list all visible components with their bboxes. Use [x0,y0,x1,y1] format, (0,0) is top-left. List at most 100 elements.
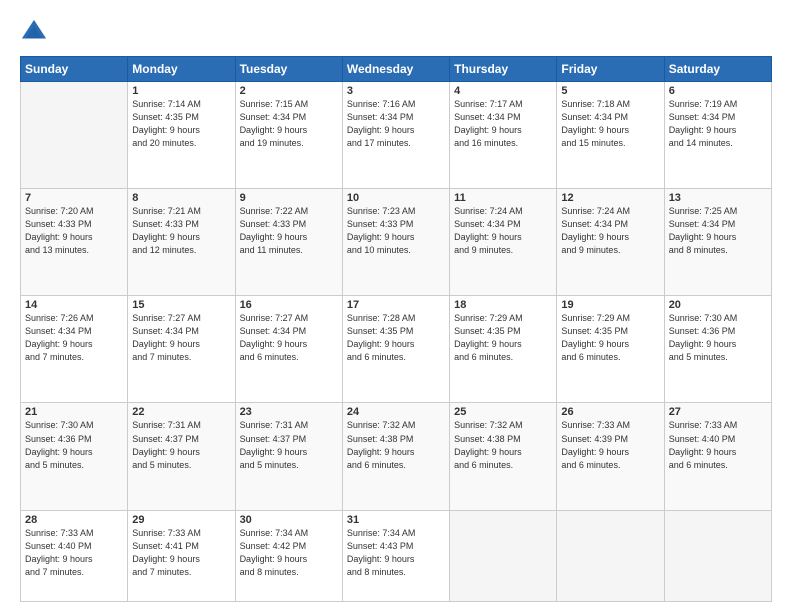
calendar-cell: 25Sunrise: 7:32 AM Sunset: 4:38 PM Dayli… [450,403,557,510]
calendar-cell: 29Sunrise: 7:33 AM Sunset: 4:41 PM Dayli… [128,510,235,601]
day-number: 27 [669,406,767,418]
day-number: 30 [240,514,338,526]
calendar-cell: 7Sunrise: 7:20 AM Sunset: 4:33 PM Daylig… [21,189,128,296]
calendar-cell: 12Sunrise: 7:24 AM Sunset: 4:34 PM Dayli… [557,189,664,296]
day-number: 26 [561,406,659,418]
day-info: Sunrise: 7:25 AM Sunset: 4:34 PM Dayligh… [669,205,767,257]
day-info: Sunrise: 7:31 AM Sunset: 4:37 PM Dayligh… [240,419,338,471]
calendar-cell [450,510,557,601]
day-info: Sunrise: 7:33 AM Sunset: 4:40 PM Dayligh… [25,527,123,579]
calendar-cell: 1Sunrise: 7:14 AM Sunset: 4:35 PM Daylig… [128,82,235,189]
day-info: Sunrise: 7:27 AM Sunset: 4:34 PM Dayligh… [132,312,230,364]
calendar-table: SundayMondayTuesdayWednesdayThursdayFrid… [20,56,772,602]
page: SundayMondayTuesdayWednesdayThursdayFrid… [0,0,792,612]
day-number: 8 [132,192,230,204]
weekday-header-wednesday: Wednesday [342,57,449,82]
weekday-header-thursday: Thursday [450,57,557,82]
calendar-cell: 23Sunrise: 7:31 AM Sunset: 4:37 PM Dayli… [235,403,342,510]
weekday-header-tuesday: Tuesday [235,57,342,82]
day-info: Sunrise: 7:18 AM Sunset: 4:34 PM Dayligh… [561,98,659,150]
day-info: Sunrise: 7:16 AM Sunset: 4:34 PM Dayligh… [347,98,445,150]
day-info: Sunrise: 7:15 AM Sunset: 4:34 PM Dayligh… [240,98,338,150]
day-info: Sunrise: 7:24 AM Sunset: 4:34 PM Dayligh… [561,205,659,257]
day-info: Sunrise: 7:17 AM Sunset: 4:34 PM Dayligh… [454,98,552,150]
day-info: Sunrise: 7:24 AM Sunset: 4:34 PM Dayligh… [454,205,552,257]
day-number: 15 [132,299,230,311]
day-number: 11 [454,192,552,204]
day-info: Sunrise: 7:28 AM Sunset: 4:35 PM Dayligh… [347,312,445,364]
day-info: Sunrise: 7:20 AM Sunset: 4:33 PM Dayligh… [25,205,123,257]
day-info: Sunrise: 7:19 AM Sunset: 4:34 PM Dayligh… [669,98,767,150]
day-info: Sunrise: 7:29 AM Sunset: 4:35 PM Dayligh… [454,312,552,364]
day-number: 5 [561,85,659,97]
day-number: 1 [132,85,230,97]
day-info: Sunrise: 7:14 AM Sunset: 4:35 PM Dayligh… [132,98,230,150]
calendar-cell [664,510,771,601]
weekday-header-saturday: Saturday [664,57,771,82]
calendar-cell: 10Sunrise: 7:23 AM Sunset: 4:33 PM Dayli… [342,189,449,296]
calendar-cell: 21Sunrise: 7:30 AM Sunset: 4:36 PM Dayli… [21,403,128,510]
calendar-cell [21,82,128,189]
day-number: 18 [454,299,552,311]
day-number: 29 [132,514,230,526]
calendar-cell: 18Sunrise: 7:29 AM Sunset: 4:35 PM Dayli… [450,296,557,403]
day-number: 3 [347,85,445,97]
calendar-header-row: SundayMondayTuesdayWednesdayThursdayFrid… [21,57,772,82]
calendar-cell: 14Sunrise: 7:26 AM Sunset: 4:34 PM Dayli… [21,296,128,403]
day-number: 16 [240,299,338,311]
day-number: 4 [454,85,552,97]
day-number: 23 [240,406,338,418]
day-info: Sunrise: 7:21 AM Sunset: 4:33 PM Dayligh… [132,205,230,257]
day-info: Sunrise: 7:23 AM Sunset: 4:33 PM Dayligh… [347,205,445,257]
calendar-cell: 27Sunrise: 7:33 AM Sunset: 4:40 PM Dayli… [664,403,771,510]
day-info: Sunrise: 7:32 AM Sunset: 4:38 PM Dayligh… [347,419,445,471]
calendar-cell: 20Sunrise: 7:30 AM Sunset: 4:36 PM Dayli… [664,296,771,403]
day-number: 2 [240,85,338,97]
day-info: Sunrise: 7:29 AM Sunset: 4:35 PM Dayligh… [561,312,659,364]
calendar-cell: 6Sunrise: 7:19 AM Sunset: 4:34 PM Daylig… [664,82,771,189]
day-number: 9 [240,192,338,204]
day-number: 13 [669,192,767,204]
calendar-cell: 9Sunrise: 7:22 AM Sunset: 4:33 PM Daylig… [235,189,342,296]
calendar-cell: 4Sunrise: 7:17 AM Sunset: 4:34 PM Daylig… [450,82,557,189]
day-info: Sunrise: 7:33 AM Sunset: 4:41 PM Dayligh… [132,527,230,579]
calendar-cell: 28Sunrise: 7:33 AM Sunset: 4:40 PM Dayli… [21,510,128,601]
logo [20,18,52,46]
calendar-cell: 22Sunrise: 7:31 AM Sunset: 4:37 PM Dayli… [128,403,235,510]
calendar-cell: 8Sunrise: 7:21 AM Sunset: 4:33 PM Daylig… [128,189,235,296]
calendar-cell: 15Sunrise: 7:27 AM Sunset: 4:34 PM Dayli… [128,296,235,403]
calendar-cell: 19Sunrise: 7:29 AM Sunset: 4:35 PM Dayli… [557,296,664,403]
day-number: 17 [347,299,445,311]
calendar-cell [557,510,664,601]
day-number: 20 [669,299,767,311]
day-number: 14 [25,299,123,311]
calendar-cell: 2Sunrise: 7:15 AM Sunset: 4:34 PM Daylig… [235,82,342,189]
calendar-cell: 17Sunrise: 7:28 AM Sunset: 4:35 PM Dayli… [342,296,449,403]
weekday-header-monday: Monday [128,57,235,82]
day-number: 10 [347,192,445,204]
calendar-cell: 13Sunrise: 7:25 AM Sunset: 4:34 PM Dayli… [664,189,771,296]
day-number: 24 [347,406,445,418]
day-info: Sunrise: 7:32 AM Sunset: 4:38 PM Dayligh… [454,419,552,471]
calendar-cell: 11Sunrise: 7:24 AM Sunset: 4:34 PM Dayli… [450,189,557,296]
day-info: Sunrise: 7:27 AM Sunset: 4:34 PM Dayligh… [240,312,338,364]
calendar-cell: 30Sunrise: 7:34 AM Sunset: 4:42 PM Dayli… [235,510,342,601]
day-info: Sunrise: 7:31 AM Sunset: 4:37 PM Dayligh… [132,419,230,471]
day-number: 21 [25,406,123,418]
weekday-header-sunday: Sunday [21,57,128,82]
calendar-cell: 24Sunrise: 7:32 AM Sunset: 4:38 PM Dayli… [342,403,449,510]
calendar-cell: 31Sunrise: 7:34 AM Sunset: 4:43 PM Dayli… [342,510,449,601]
day-info: Sunrise: 7:33 AM Sunset: 4:39 PM Dayligh… [561,419,659,471]
calendar-cell: 26Sunrise: 7:33 AM Sunset: 4:39 PM Dayli… [557,403,664,510]
day-info: Sunrise: 7:22 AM Sunset: 4:33 PM Dayligh… [240,205,338,257]
day-number: 28 [25,514,123,526]
calendar-cell: 16Sunrise: 7:27 AM Sunset: 4:34 PM Dayli… [235,296,342,403]
day-info: Sunrise: 7:34 AM Sunset: 4:43 PM Dayligh… [347,527,445,579]
weekday-header-friday: Friday [557,57,664,82]
day-number: 25 [454,406,552,418]
calendar-cell: 5Sunrise: 7:18 AM Sunset: 4:34 PM Daylig… [557,82,664,189]
day-number: 31 [347,514,445,526]
day-info: Sunrise: 7:30 AM Sunset: 4:36 PM Dayligh… [669,312,767,364]
day-info: Sunrise: 7:33 AM Sunset: 4:40 PM Dayligh… [669,419,767,471]
logo-icon [20,18,48,46]
